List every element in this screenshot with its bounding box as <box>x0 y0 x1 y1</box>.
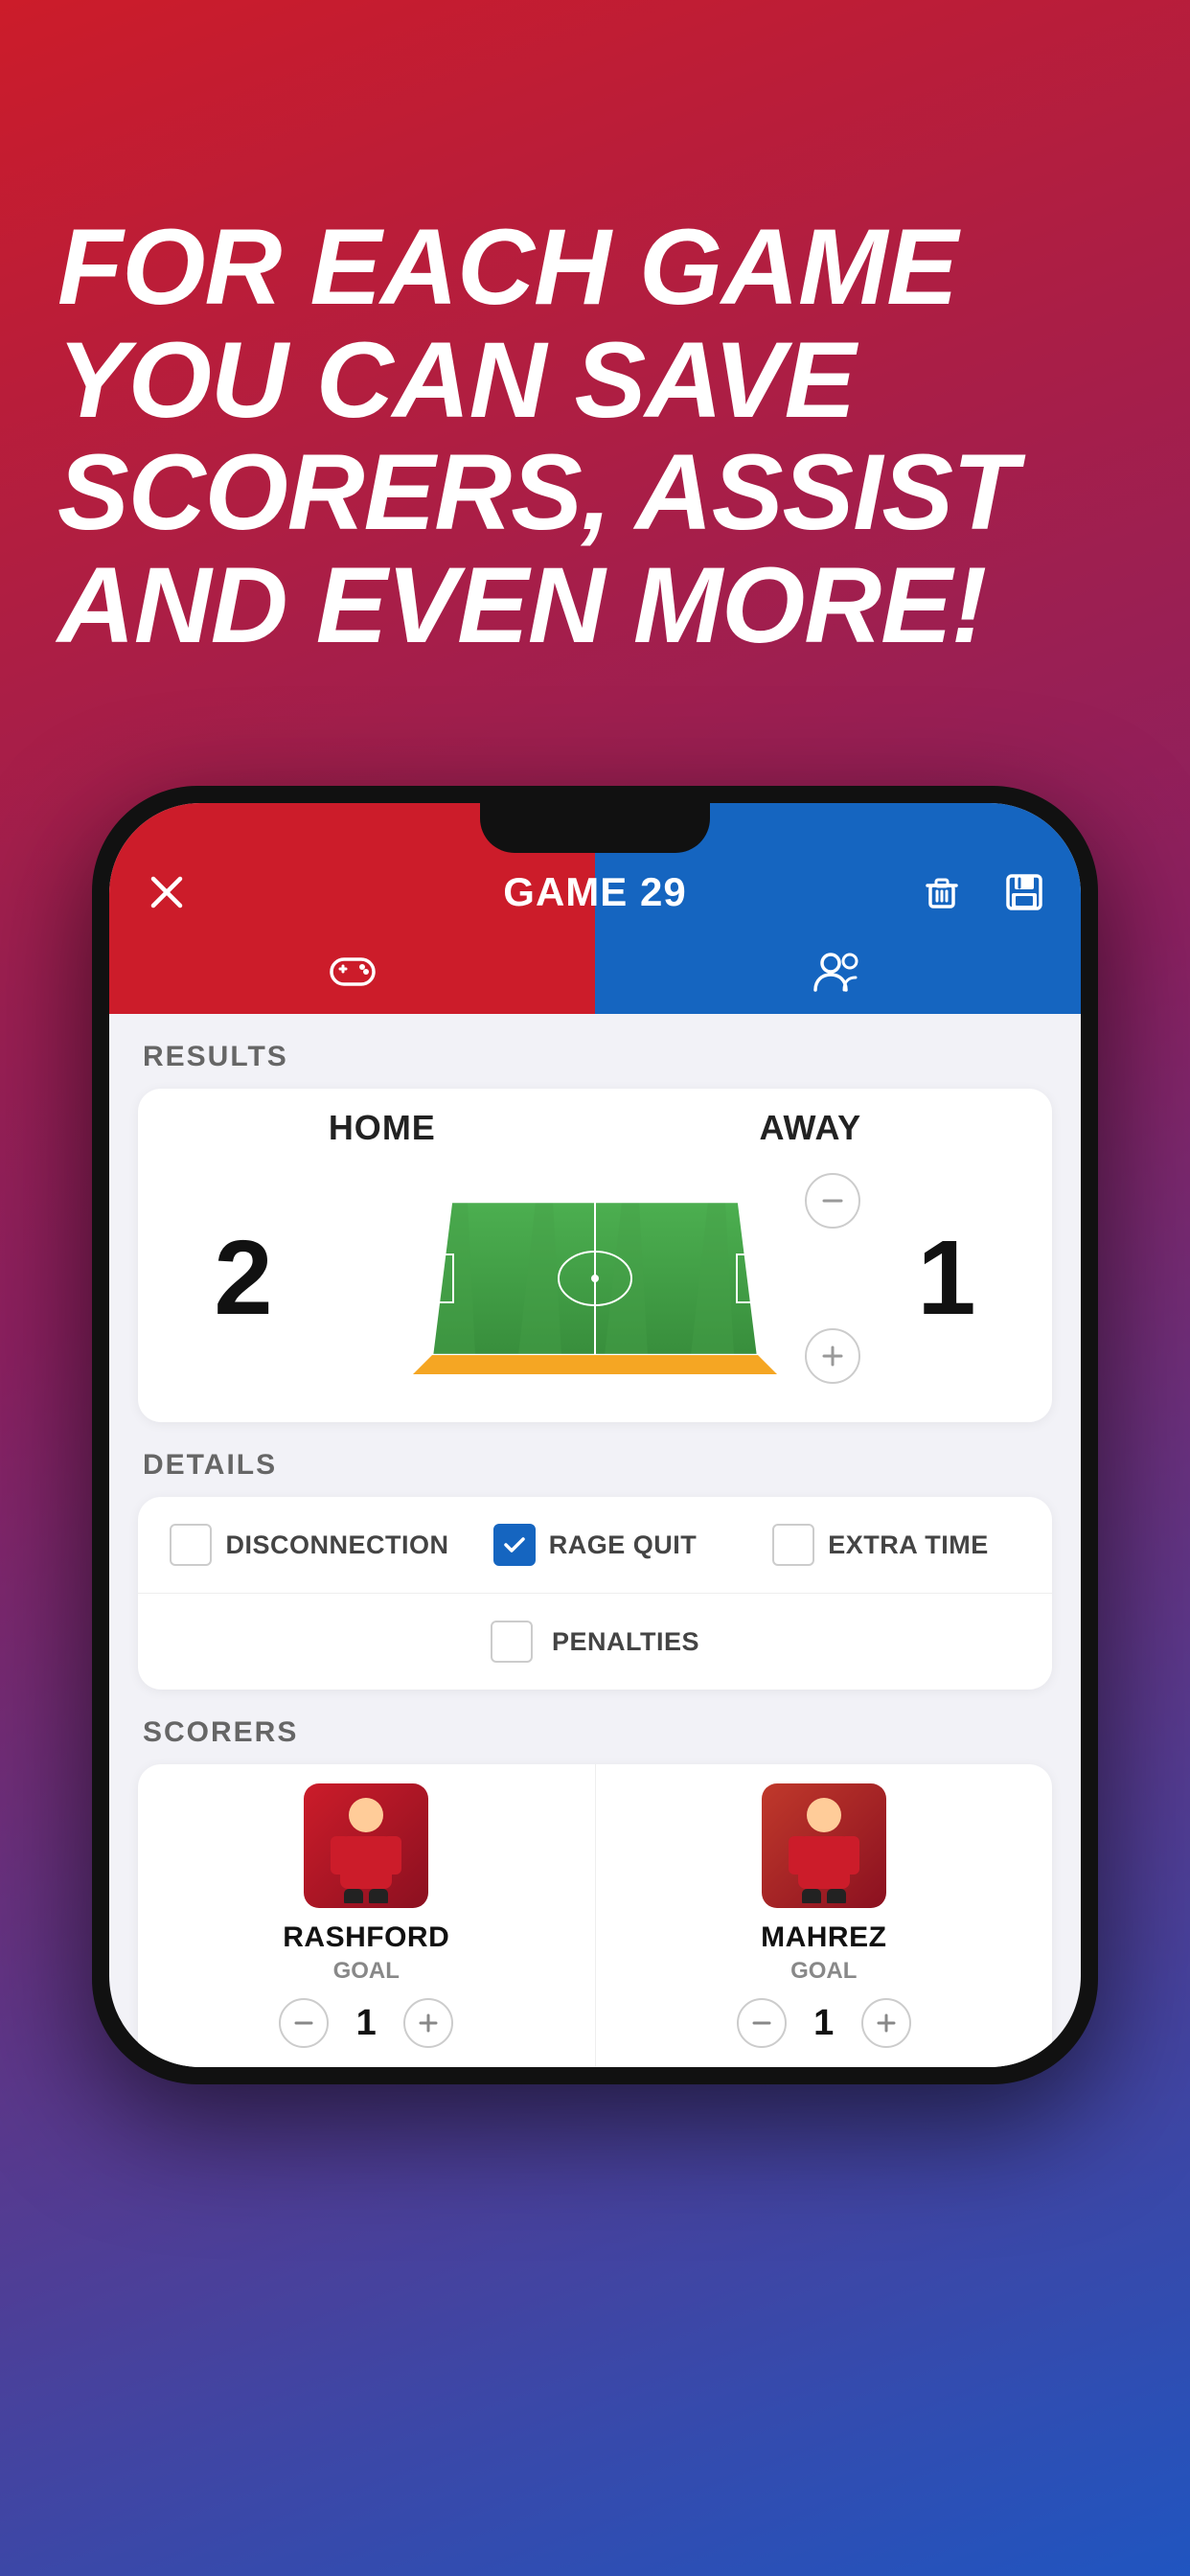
extra-time-label: EXTRA TIME <box>828 1530 989 1560</box>
rashford-minus[interactable] <box>279 1998 329 2048</box>
rashford-controls: 1 <box>279 1998 453 2048</box>
rashford-plus[interactable] <box>403 1998 453 2048</box>
delete-button[interactable] <box>914 864 970 920</box>
penalties-label: PENALTIES <box>552 1627 699 1657</box>
disconnection-checkbox[interactable] <box>170 1524 212 1566</box>
scorer-mahrez: MAHREZ GOAL 1 <box>596 1764 1053 2067</box>
phone-mockup: GAME 29 <box>92 786 1098 2084</box>
header-center: GAME 29 <box>440 869 750 915</box>
rashford-type: GOAL <box>333 1958 400 1985</box>
home-score: 2 <box>167 1226 320 1331</box>
football-pitch <box>413 1163 777 1393</box>
score-minus-button[interactable] <box>805 1173 860 1229</box>
rashford-name: RASHFORD <box>283 1921 449 1954</box>
tab-bar <box>109 928 1081 1014</box>
away-label: AWAY <box>759 1108 861 1148</box>
disconnection-item: DISCONNECTION <box>167 1524 452 1566</box>
phone-notch <box>480 803 710 853</box>
scorers-row: RASHFORD GOAL 1 <box>138 1764 1052 2067</box>
mahrez-avatar <box>762 1783 886 1908</box>
scorers-section-label: SCORERS <box>109 1690 1081 1764</box>
details-section-label: DETAILS <box>109 1422 1081 1497</box>
penalties-checkbox[interactable] <box>491 1621 533 1663</box>
home-label: HOME <box>329 1108 436 1148</box>
scorers-card: RASHFORD GOAL 1 <box>138 1764 1052 2067</box>
rage-quit-item: RAGE QUIT <box>452 1524 738 1566</box>
away-score: 1 <box>870 1226 1023 1331</box>
scorer-rashford: RASHFORD GOAL 1 <box>138 1764 596 2067</box>
mahrez-plus[interactable] <box>861 1998 911 2048</box>
pitch-container <box>320 1163 870 1393</box>
hero-text: FOR EACH GAME YOU CAN SAVE SCORERS, ASSI… <box>57 211 1133 661</box>
mahrez-figure <box>762 1783 886 1908</box>
mahrez-name: MAHREZ <box>761 1921 886 1954</box>
close-button[interactable] <box>138 863 195 921</box>
score-plus-button[interactable] <box>805 1328 860 1384</box>
extra-time-checkbox[interactable] <box>772 1524 814 1566</box>
header-left <box>138 863 440 921</box>
disconnection-label: DISCONNECTION <box>225 1530 448 1560</box>
mahrez-controls: 1 <box>737 1998 911 2048</box>
rage-quit-label: RAGE QUIT <box>549 1530 698 1560</box>
extra-time-item: EXTRA TIME <box>738 1524 1023 1566</box>
details-row-1: DISCONNECTION RAGE QUIT EXTRA TIM <box>138 1497 1052 1594</box>
rage-quit-checkbox[interactable] <box>493 1524 536 1566</box>
mahrez-type: GOAL <box>790 1958 857 1985</box>
mahrez-count: 1 <box>810 2003 838 2044</box>
mahrez-minus[interactable] <box>737 1998 787 2048</box>
rashford-count: 1 <box>352 2003 380 2044</box>
tab-players[interactable] <box>595 928 1081 1014</box>
results-section-label: RESULTS <box>109 1014 1081 1089</box>
phone-screen: GAME 29 <box>109 803 1081 2067</box>
header-right <box>750 864 1052 920</box>
details-card: DISCONNECTION RAGE QUIT EXTRA TIM <box>138 1497 1052 1690</box>
phone-frame: GAME 29 <box>92 786 1098 2084</box>
results-body: 2 <box>167 1163 1023 1393</box>
save-button[interactable] <box>996 864 1052 920</box>
penalties-row: PENALTIES <box>138 1594 1052 1690</box>
results-header: HOME AWAY <box>167 1108 1023 1163</box>
results-card: HOME AWAY 2 <box>138 1089 1052 1422</box>
tab-gamepad[interactable] <box>109 928 595 1014</box>
game-title: GAME 29 <box>503 869 686 915</box>
rashford-figure <box>304 1783 428 1908</box>
rashford-avatar <box>304 1783 428 1908</box>
